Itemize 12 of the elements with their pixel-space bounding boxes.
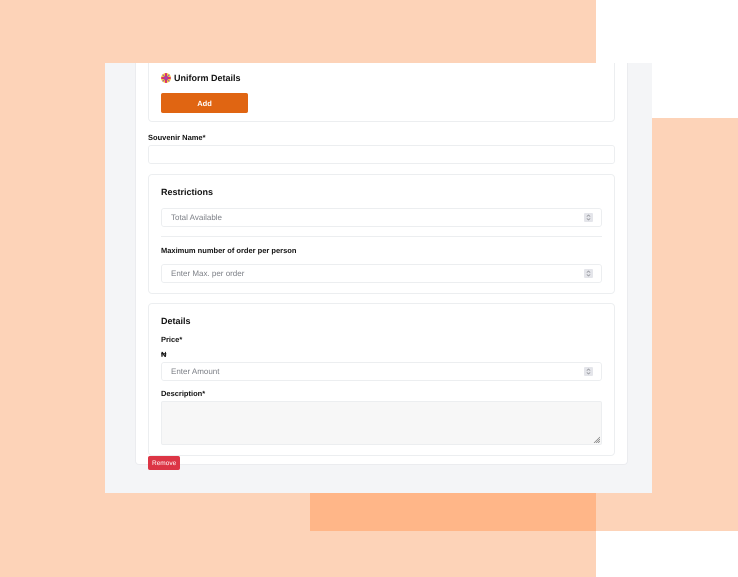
section-title: Details (161, 316, 192, 326)
number-input-field[interactable]: Enter Amount (161, 362, 602, 381)
spinner-icon[interactable] (584, 213, 593, 222)
number-input-field[interactable]: Enter Max. per order (161, 264, 602, 283)
spinner-icon[interactable] (584, 269, 593, 278)
flag-icon (161, 73, 171, 83)
spinner-icon[interactable] (584, 367, 593, 376)
section-title: Restrictions (161, 187, 214, 197)
section-title: Uniform Details (174, 73, 241, 83)
number-input-field[interactable]: Total Available (161, 208, 602, 227)
description-field[interactable] (161, 401, 602, 445)
resize-grip-icon[interactable] (593, 436, 600, 443)
